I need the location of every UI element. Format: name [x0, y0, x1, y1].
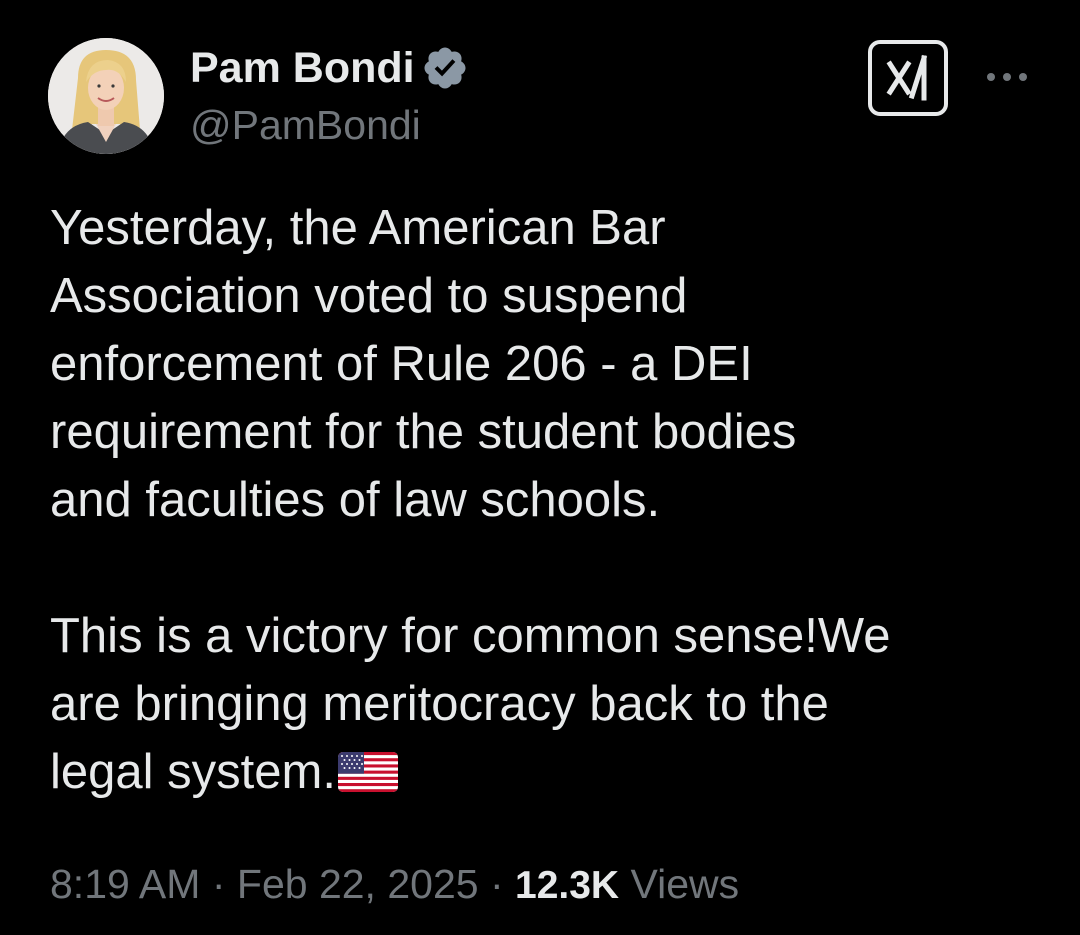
tweet-paragraph-2: This is a victory for common sense!We ar…: [50, 602, 1050, 806]
more-options-button[interactable]: [984, 62, 1030, 92]
views-count[interactable]: 12.3K: [515, 864, 619, 907]
verified-badge-icon[interactable]: [421, 44, 469, 92]
tweet-meta: 8:19 AM · Feb 22, 2025 · 12.3K Views: [50, 856, 739, 914]
tweet-time[interactable]: 8:19 AM: [50, 861, 200, 907]
views-label: Views: [630, 861, 740, 907]
meta-separator: ·: [211, 861, 226, 907]
tweet-text: Yesterday, the American Bar Association …: [50, 194, 1050, 806]
us-flag-emoji-icon: [337, 752, 398, 792]
author-name-text: Pam Bondi: [190, 44, 415, 92]
grok-icon: [886, 54, 928, 101]
more-icon: [987, 73, 1027, 81]
profile-photo-icon: [48, 38, 164, 154]
grok-button[interactable]: [868, 40, 948, 116]
author-handle[interactable]: @PamBondi: [190, 100, 421, 150]
tweet-date[interactable]: Feb 22, 2025: [237, 861, 479, 907]
author-display-name[interactable]: Pam Bondi: [190, 42, 469, 94]
meta-separator-2: ·: [489, 861, 504, 907]
tweet-paragraph-1: Yesterday, the American Bar Association …: [50, 201, 797, 527]
tweet: Pam Bondi @PamBondi Yesterday, the Ameri…: [0, 0, 1080, 935]
avatar[interactable]: [48, 38, 164, 154]
tweet-paragraph-2-text: This is a victory for common sense!We ar…: [50, 609, 891, 799]
